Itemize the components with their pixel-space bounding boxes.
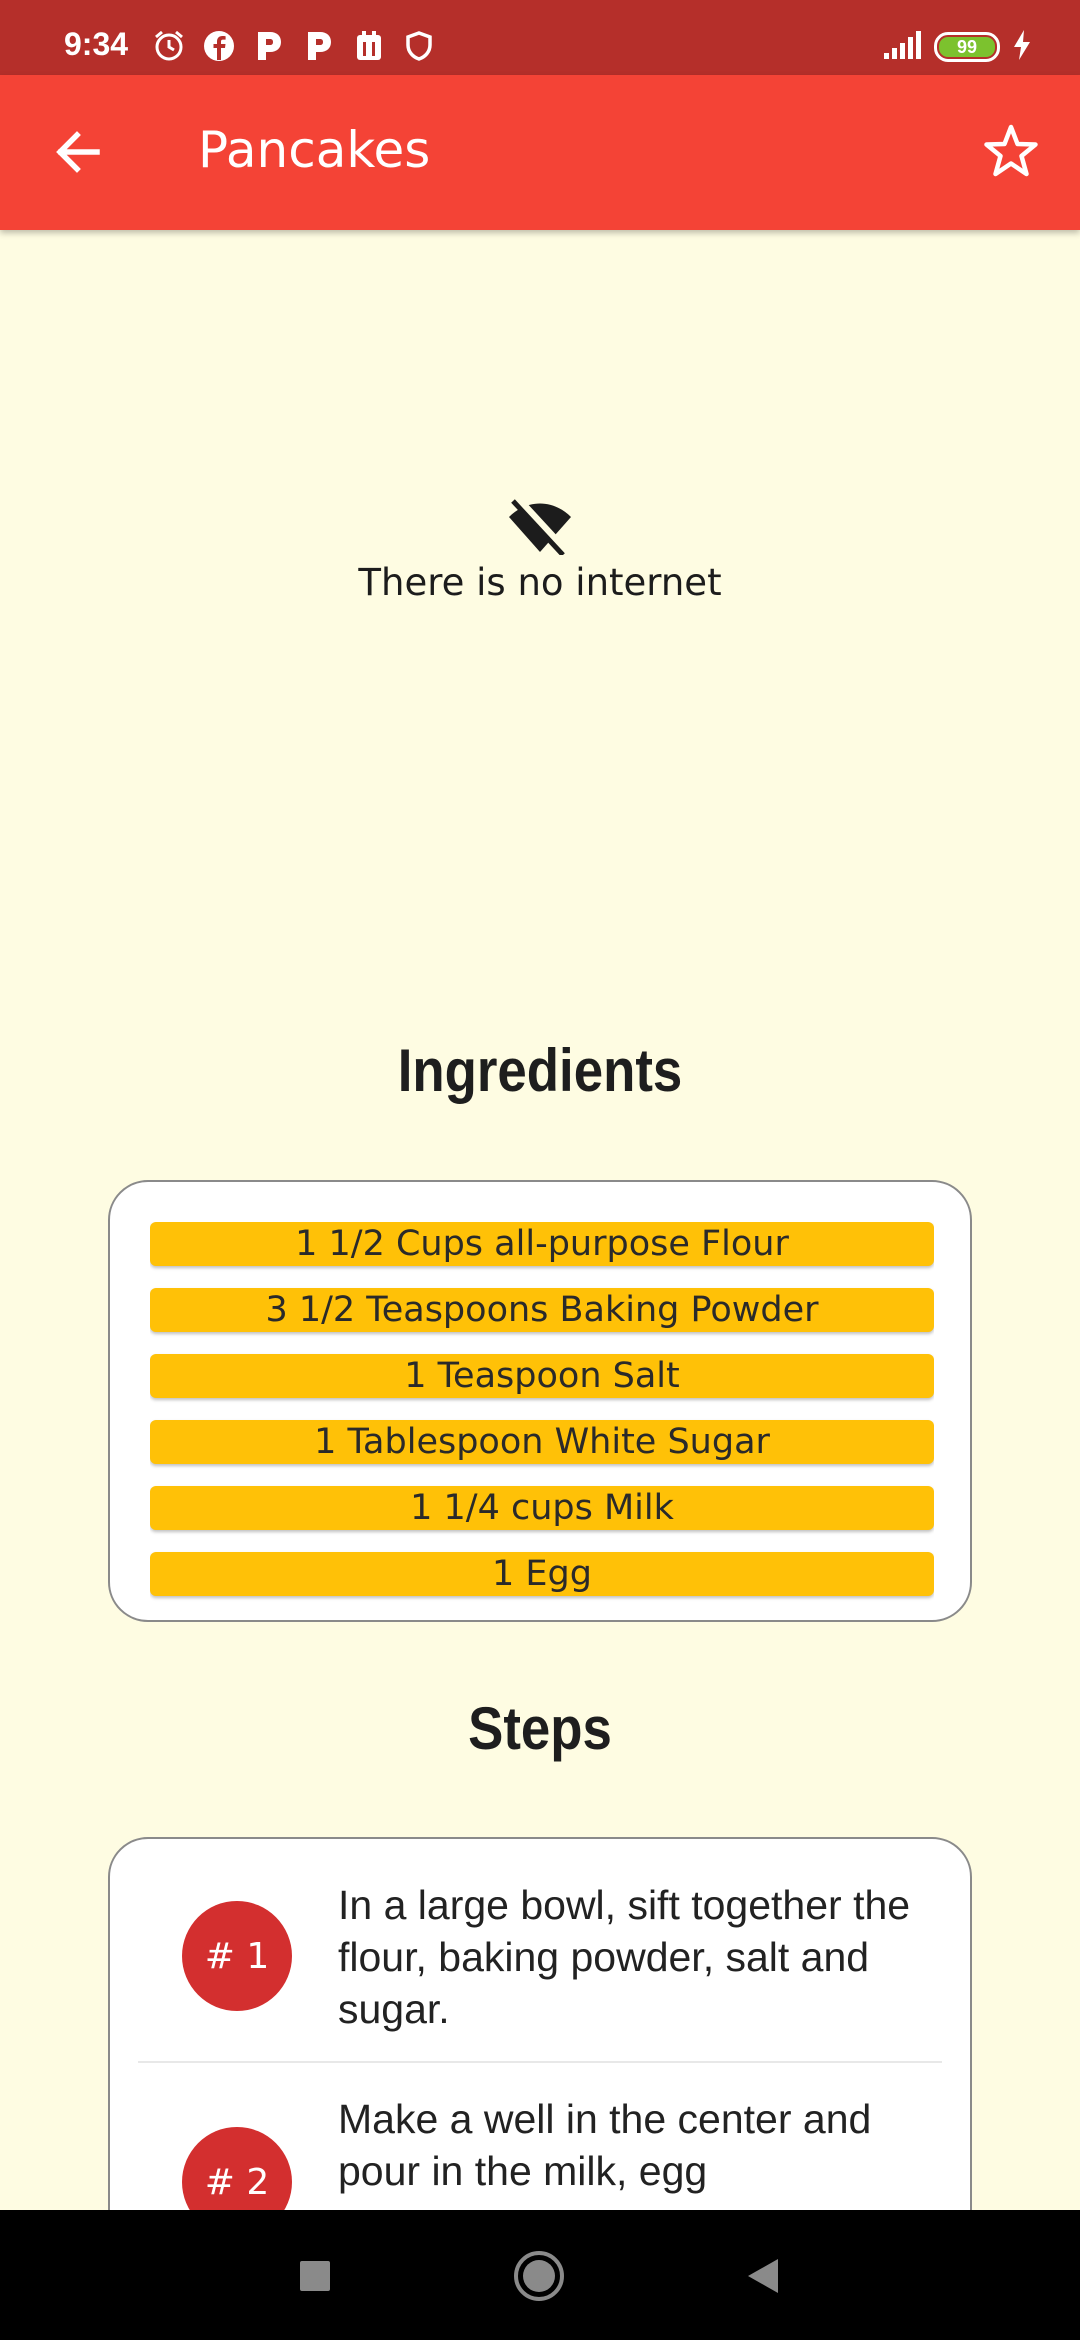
app-bar: Pancakes bbox=[0, 75, 1080, 230]
arrow-back-icon bbox=[56, 131, 100, 173]
star-outline-icon bbox=[984, 124, 1038, 177]
no-internet-message: There is no internet bbox=[0, 495, 1080, 604]
ingredient-item: 1 Egg bbox=[150, 1552, 934, 1596]
wifi-off-icon bbox=[509, 495, 571, 555]
status-bar: 9:34 99 bbox=[0, 0, 1080, 75]
status-time: 9:34 bbox=[64, 26, 129, 62]
recents-button[interactable] bbox=[285, 2246, 345, 2306]
alarm-icon bbox=[150, 28, 188, 64]
battery-icon: 99 bbox=[934, 32, 1000, 62]
p-app-icon bbox=[300, 28, 338, 64]
signal-icon bbox=[882, 31, 922, 63]
ingredients-card[interactable]: 1 1/2 Cups all-purpose Flour 3 1/2 Teasp… bbox=[108, 1180, 972, 1622]
back-button[interactable] bbox=[48, 122, 108, 182]
calendar-icon bbox=[350, 28, 388, 64]
favorite-button[interactable] bbox=[978, 119, 1044, 185]
ingredient-item: 1 1/2 Cups all-purpose Flour bbox=[150, 1222, 934, 1266]
ingredients-heading: Ingredients bbox=[397, 1037, 683, 1104]
recents-square-icon bbox=[300, 2261, 330, 2291]
battery-level: 99 bbox=[939, 37, 995, 57]
shield-icon bbox=[400, 28, 438, 64]
steps-heading: Steps bbox=[468, 1695, 612, 1762]
home-button[interactable] bbox=[509, 2246, 569, 2306]
status-notification-icons bbox=[150, 28, 438, 64]
p-app-icon bbox=[250, 28, 288, 64]
step-text: In a large bowl, sift together the flour… bbox=[338, 1882, 911, 2032]
no-internet-text: There is no internet bbox=[358, 561, 722, 604]
step-item: # 1 In a large bowl, sift together the f… bbox=[110, 1839, 970, 2061]
facebook-icon bbox=[200, 28, 238, 64]
ingredient-list[interactable]: 1 1/2 Cups all-purpose Flour 3 1/2 Teasp… bbox=[150, 1222, 934, 1602]
ingredient-item: 1 Teaspoon Salt bbox=[150, 1354, 934, 1398]
charging-icon bbox=[1012, 30, 1032, 64]
page-title: Pancakes bbox=[198, 121, 431, 179]
back-triangle-icon bbox=[748, 2259, 778, 2293]
system-nav-bar bbox=[0, 2210, 1080, 2340]
status-system-icons: 99 bbox=[882, 30, 1032, 64]
ingredient-item: 1 1/4 cups Milk bbox=[150, 1486, 934, 1530]
step-text: Make a well in the center and pour in th… bbox=[338, 2096, 872, 2194]
step-number-badge: # 1 bbox=[182, 1901, 292, 2011]
home-circle-icon bbox=[514, 2251, 564, 2301]
ingredient-item: 3 1/2 Teaspoons Baking Powder bbox=[150, 1288, 934, 1332]
back-nav-button[interactable] bbox=[733, 2246, 793, 2306]
ingredient-item: 1 Tablespoon White Sugar bbox=[150, 1420, 934, 1464]
